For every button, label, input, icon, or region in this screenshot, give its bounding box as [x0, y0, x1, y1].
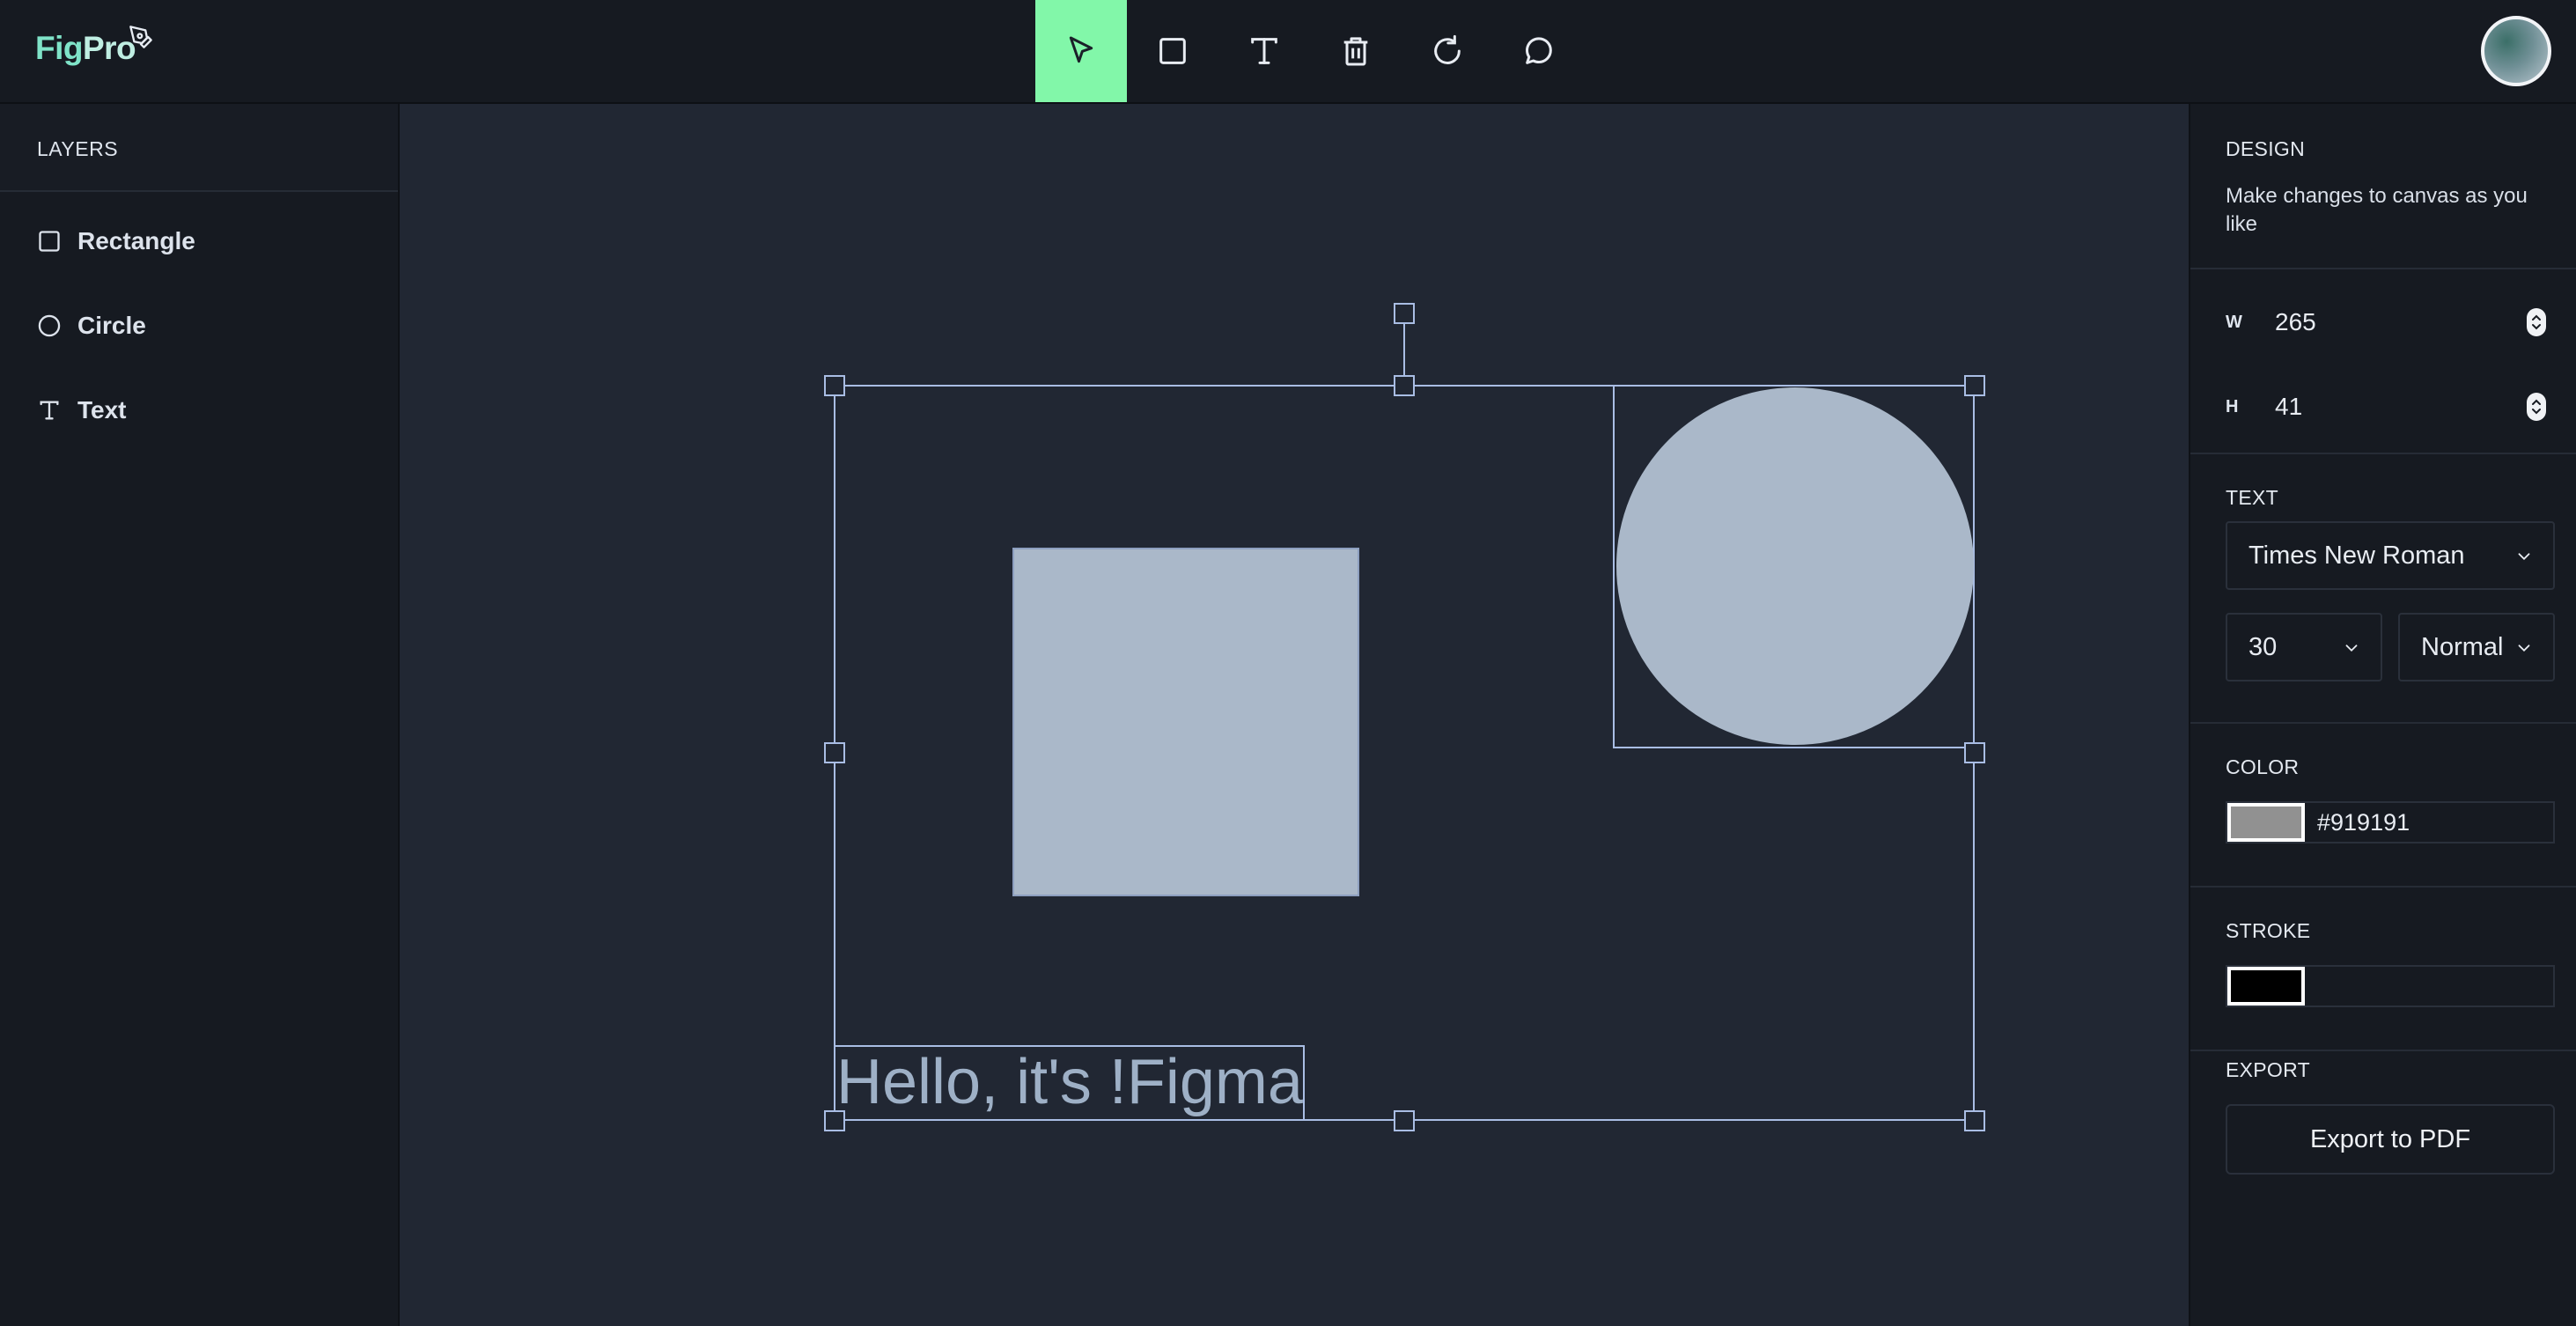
- layer-label: Text: [77, 396, 127, 424]
- reset-tool-button[interactable]: [1402, 0, 1493, 102]
- design-title: DESIGN: [2226, 137, 2305, 160]
- cursor-icon: [1069, 36, 1093, 63]
- text-section: TEXT Times New Roman 30 Normal: [2190, 454, 2576, 724]
- pen-nib-icon: [129, 26, 153, 48]
- font-family-select[interactable]: Times New Roman: [2226, 521, 2555, 590]
- resize-handle-bottom-left[interactable]: [824, 1110, 845, 1131]
- design-description: Make changes to canvas as you like: [2226, 184, 2528, 236]
- app-logo[interactable]: FigPro: [35, 26, 153, 72]
- fill-color-swatch[interactable]: [2227, 803, 2305, 842]
- width-input[interactable]: 265: [2275, 308, 2316, 336]
- height-stepper[interactable]: [2527, 393, 2546, 421]
- resize-handle-left[interactable]: [824, 742, 845, 763]
- height-row: H 41: [2226, 393, 2302, 421]
- chevron-down-icon: [2345, 645, 2358, 652]
- width-label: W: [2226, 312, 2242, 332]
- user-avatar[interactable]: [2481, 16, 2551, 86]
- chevron-down-icon: [2518, 553, 2530, 561]
- tool-bar: [1035, 0, 1585, 102]
- export-section-title: EXPORT: [2226, 1058, 2310, 1081]
- design-section: DESIGN Make changes to canvas as you lik…: [2190, 104, 2576, 269]
- text-icon: [1251, 38, 1277, 64]
- trash-icon: [1343, 37, 1368, 66]
- stroke-section-title: STROKE: [2226, 919, 2311, 942]
- resize-handle-top-left[interactable]: [824, 375, 845, 396]
- top-navbar: FigPro: [0, 0, 2576, 104]
- canvas-circle[interactable]: [1616, 387, 1974, 745]
- select-tool-button[interactable]: [1035, 0, 1127, 102]
- square-icon: [39, 231, 60, 252]
- font-weight-value: Normal: [2421, 632, 2504, 661]
- reset-icon: [1434, 34, 1461, 64]
- rectangle-icon: [1159, 38, 1186, 64]
- fill-color-value[interactable]: #919191: [2317, 809, 2410, 836]
- text-tool-button[interactable]: [1218, 0, 1310, 102]
- chevron-down-icon: [2518, 645, 2530, 652]
- stepper-icon: [2532, 399, 2541, 415]
- width-row: W 265: [2226, 308, 2316, 336]
- resize-handle-right[interactable]: [1964, 742, 1985, 763]
- rotate-handle[interactable]: [1394, 303, 1415, 324]
- font-family-value: Times New Roman: [2248, 541, 2465, 570]
- comment-icon: [1526, 37, 1552, 64]
- comment-tool-button[interactable]: [1493, 0, 1585, 102]
- stroke-color-swatch[interactable]: [2227, 967, 2305, 1006]
- design-panel: DESIGN Make changes to canvas as you lik…: [2189, 104, 2576, 1326]
- resize-handle-top-right[interactable]: [1964, 375, 1985, 396]
- font-size-value: 30: [2248, 632, 2278, 661]
- height-input[interactable]: 41: [2275, 393, 2302, 421]
- circle-icon: [38, 314, 61, 337]
- fill-color-field[interactable]: #919191: [2226, 801, 2555, 843]
- layers-panel: LAYERS Rectangle Circle Text: [0, 104, 400, 1326]
- text-section-title: TEXT: [2226, 486, 2278, 509]
- color-section: COLOR #919191: [2190, 724, 2576, 888]
- width-stepper[interactable]: [2527, 308, 2546, 336]
- color-section-title: COLOR: [2226, 755, 2300, 778]
- stroke-color-field[interactable]: [2226, 965, 2555, 1007]
- layers-title: LAYERS: [0, 104, 398, 192]
- dimensions-section: W 265 H 41: [2190, 269, 2576, 454]
- font-weight-select[interactable]: Normal: [2398, 613, 2555, 681]
- logo-pro-text: Pro: [82, 30, 136, 66]
- canvas-text[interactable]: Hello, it's !Figma: [836, 1046, 1303, 1118]
- resize-handle-top[interactable]: [1394, 375, 1415, 396]
- resize-handle-bottom[interactable]: [1394, 1110, 1415, 1131]
- stroke-section: STROKE: [2190, 888, 2576, 1051]
- text-icon: [40, 401, 59, 420]
- rectangle-tool-button[interactable]: [1127, 0, 1218, 102]
- stepper-icon: [2532, 314, 2541, 330]
- layer-item-circle[interactable]: Circle: [0, 284, 398, 368]
- layer-label: Circle: [77, 312, 146, 339]
- logo-fig-text: Fig: [35, 30, 83, 66]
- layer-item-text[interactable]: Text: [0, 368, 398, 453]
- export-pdf-button[interactable]: Export to PDF: [2226, 1104, 2555, 1175]
- canvas-rectangle[interactable]: [1012, 548, 1359, 896]
- layer-item-rectangle[interactable]: Rectangle: [0, 199, 398, 284]
- layer-label: Rectangle: [77, 227, 195, 254]
- delete-tool-button[interactable]: [1310, 0, 1402, 102]
- resize-handle-bottom-right[interactable]: [1964, 1110, 1985, 1131]
- height-label: H: [2226, 396, 2239, 416]
- font-size-select[interactable]: 30: [2226, 613, 2382, 681]
